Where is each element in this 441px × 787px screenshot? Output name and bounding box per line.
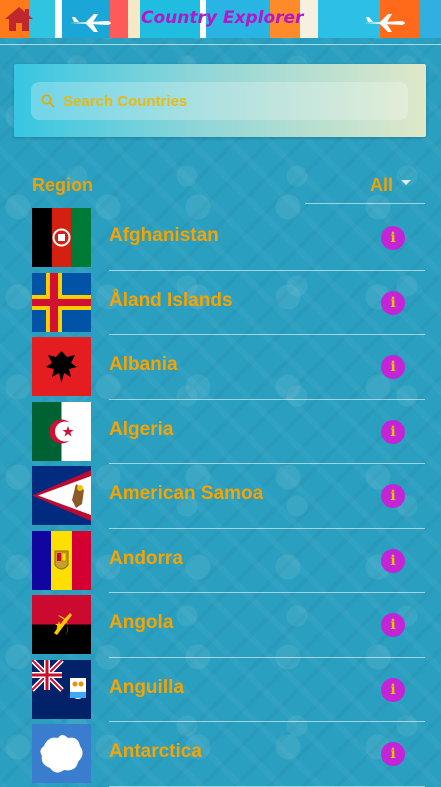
- home-icon: [5, 7, 33, 31]
- country-name: Andorra: [109, 547, 183, 569]
- info-button[interactable]: i: [381, 290, 405, 315]
- info-button[interactable]: i: [381, 484, 405, 508]
- region-label: Region: [32, 175, 93, 195]
- search-icon: [41, 94, 55, 108]
- header-divider: [0, 44, 441, 45]
- info-button[interactable]: i: [381, 419, 405, 444]
- list-item[interactable]: Angola i: [0, 593, 441, 658]
- airplane-icon: [364, 14, 405, 32]
- search-panel: [14, 64, 426, 137]
- list-item[interactable]: Algeria i: [0, 400, 441, 464]
- search-input[interactable]: [63, 92, 383, 110]
- info-button[interactable]: i: [381, 548, 405, 573]
- country-name: Anguilla: [109, 676, 184, 698]
- search-box[interactable]: [31, 82, 408, 120]
- flag-afghanistan: [32, 208, 91, 267]
- info-button[interactable]: i: [381, 355, 405, 379]
- list-item[interactable]: Anguilla i: [0, 658, 441, 722]
- info-button[interactable]: i: [381, 226, 405, 250]
- country-name: American Samoa: [109, 483, 264, 504]
- country-name: Albania: [109, 354, 178, 375]
- chevron-down-icon: [401, 180, 411, 185]
- flag-algeria: [32, 401, 91, 461]
- country-name: Afghanistan: [109, 225, 219, 246]
- country-name: Åland Islands: [109, 289, 233, 311]
- flag-antarctica: [32, 724, 91, 783]
- info-button[interactable]: i: [381, 613, 405, 637]
- region-selected-value: All: [369, 175, 393, 195]
- flag-andorra: [32, 530, 91, 590]
- list-item[interactable]: Antarctica i: [0, 722, 441, 787]
- info-button[interactable]: i: [381, 677, 405, 702]
- region-filter: Region All: [32, 170, 425, 206]
- flag-angola: [32, 595, 91, 654]
- home-button[interactable]: [4, 5, 34, 33]
- flag-anguilla: [32, 659, 91, 719]
- info-button[interactable]: i: [381, 742, 405, 766]
- list-item[interactable]: Åland Islands i: [0, 271, 441, 335]
- country-name: Antarctica: [109, 741, 202, 762]
- row-divider: [109, 785, 425, 787]
- list-item[interactable]: Andorra i: [0, 529, 441, 593]
- country-name: Algeria: [109, 418, 174, 440]
- region-dropdown[interactable]: All: [305, 170, 425, 204]
- flag-american-samoa: [32, 466, 91, 525]
- flag-aland-islands: [32, 272, 91, 332]
- country-name: Angola: [109, 612, 174, 633]
- list-item[interactable]: Albania i: [0, 335, 441, 400]
- app-title: Country Explorer: [141, 8, 304, 28]
- app-header: Country Explorer: [0, 0, 441, 38]
- list-item[interactable]: American Samoa i: [0, 464, 441, 529]
- airplane-icon: [70, 14, 111, 32]
- list-item[interactable]: Afghanistan i: [0, 206, 441, 271]
- flag-albania: [32, 337, 91, 396]
